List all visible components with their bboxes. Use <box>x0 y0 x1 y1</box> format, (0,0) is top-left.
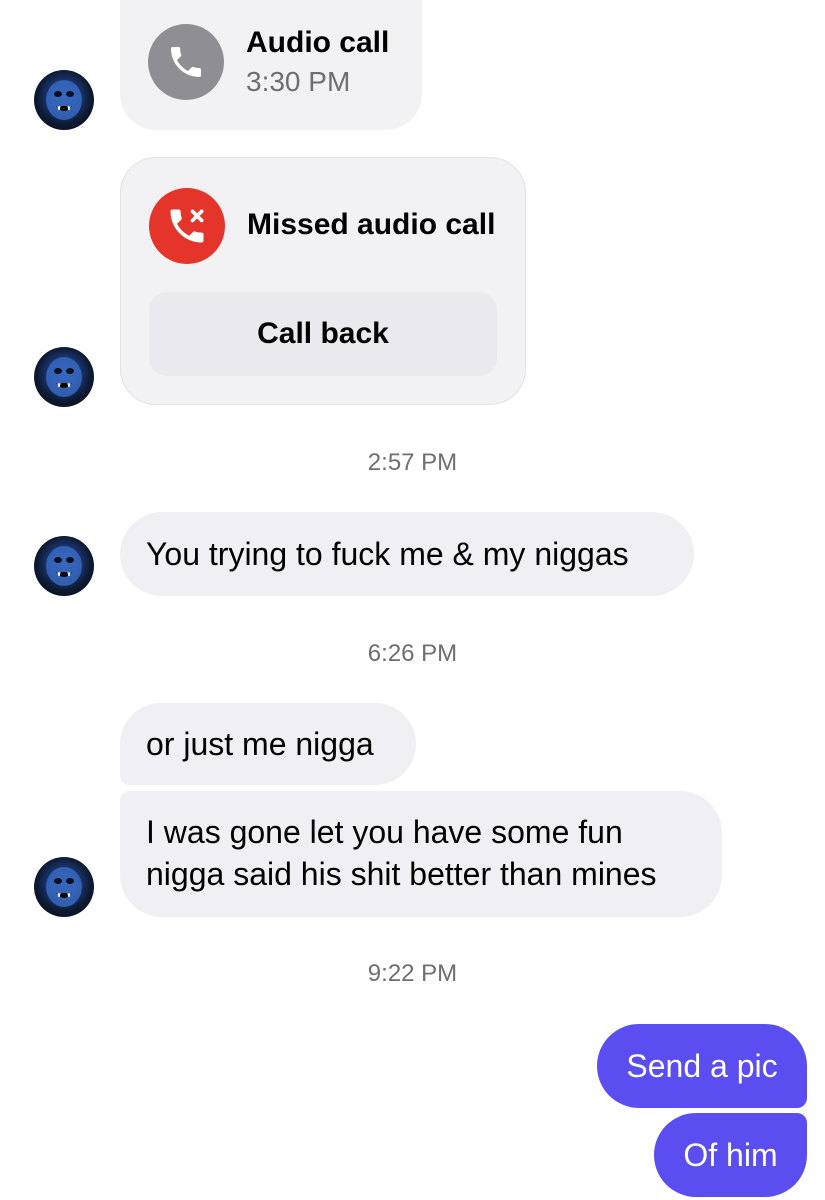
missed-call-title: Missed audio call <box>247 208 496 241</box>
audio-call-card[interactable]: Audio call 3:30 PM <box>120 0 422 130</box>
message-text-line: nigga said his shit better than mines <box>146 856 657 892</box>
incoming-message: I was gone let you have some fun nigga s… <box>120 791 722 917</box>
message-text-line: I was gone let you have some fun <box>146 814 623 850</box>
timestamp: 2:57 PM <box>367 449 458 476</box>
outgoing-message: Of him <box>654 1113 807 1197</box>
phone-icon <box>148 24 224 100</box>
avatar[interactable] <box>34 536 94 596</box>
audio-call-title: Audio call <box>246 26 390 59</box>
audio-call-time: 3:30 PM <box>246 66 351 97</box>
avatar[interactable] <box>34 347 94 407</box>
missed-call-icon <box>149 188 225 264</box>
timestamp: 6:26 PM <box>367 640 458 667</box>
incoming-message: You trying to fuck me & my niggas <box>120 512 694 596</box>
message-text: Send a pic <box>626 1048 778 1084</box>
outgoing-message: Send a pic <box>597 1024 807 1108</box>
message-text: Of him <box>683 1137 778 1173</box>
missed-call-card[interactable]: Missed audio call Call back <box>120 157 526 405</box>
timestamp: 9:22 PM <box>367 960 458 987</box>
avatar[interactable] <box>34 70 94 130</box>
avatar[interactable] <box>34 857 94 917</box>
message-text: or just me nigga <box>146 726 374 762</box>
message-text: You trying to fuck me & my niggas <box>146 536 629 572</box>
incoming-message: or just me nigga <box>120 703 416 785</box>
call-back-button[interactable]: Call back <box>149 292 497 376</box>
